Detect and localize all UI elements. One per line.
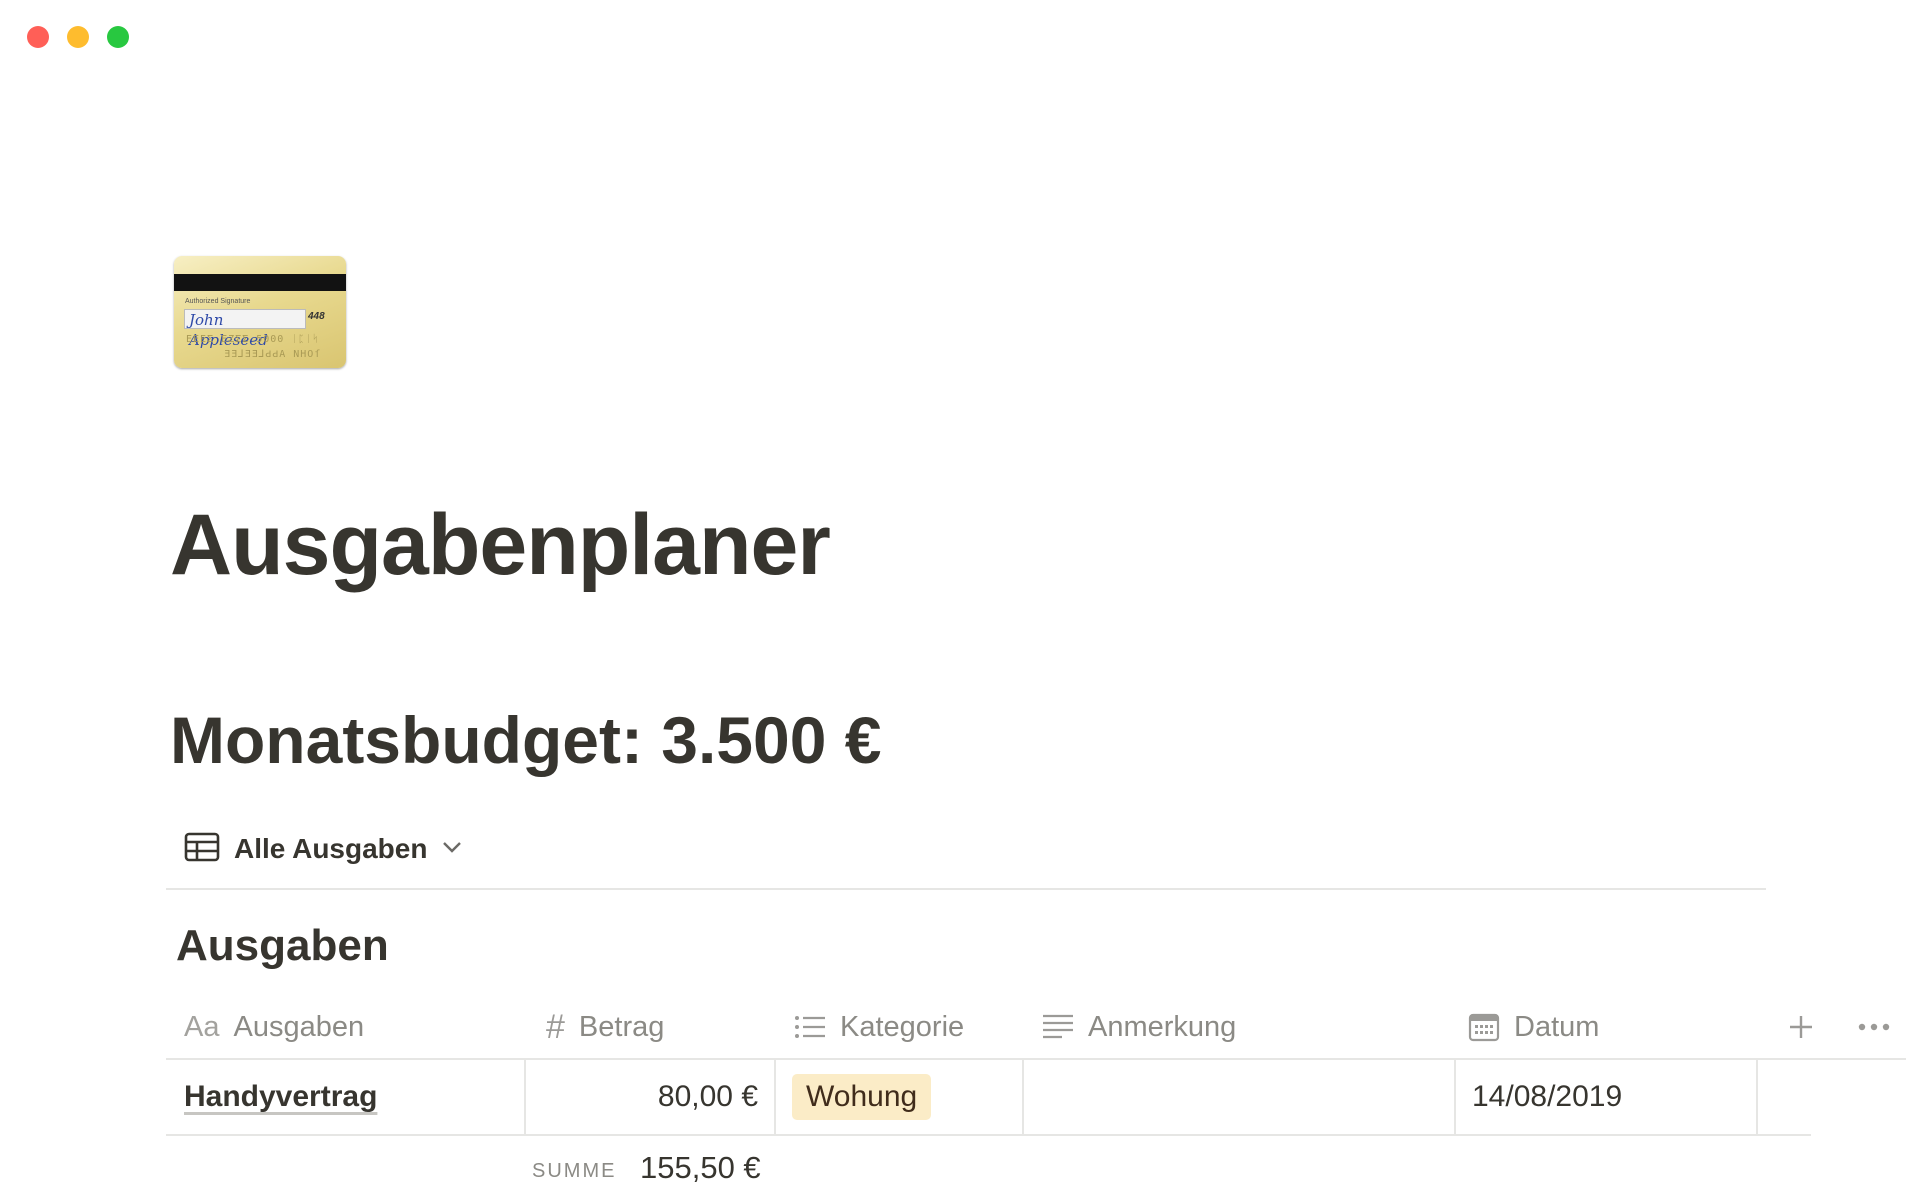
expense-name[interactable]: Handyvertrag: [184, 1080, 377, 1114]
view-divider: [166, 888, 1766, 890]
column-header-ausgaben[interactable]: Aa Ausgaben: [184, 996, 364, 1058]
expenses-table: Aa Ausgaben # Betrag Kategorie Anmerkung…: [166, 996, 1906, 1200]
column-header-label: Datum: [1514, 1010, 1600, 1043]
database-title[interactable]: Ausgaben: [176, 918, 389, 974]
calendar-icon: [1468, 1012, 1500, 1042]
column-divider: [1454, 1060, 1456, 1134]
view-label: Alle Ausgaben: [234, 833, 428, 864]
list-icon: [794, 1014, 826, 1040]
zoom-window-button[interactable]: [107, 26, 129, 48]
more-options-button[interactable]: [1858, 996, 1890, 1058]
table-row[interactable]: Handyvertrag 80,00 € Wohung 14/08/2019: [166, 1060, 1811, 1136]
add-column-button[interactable]: [1788, 996, 1814, 1058]
table-footer: SUMME 155,50 €: [166, 1136, 1906, 1200]
signature-label: Authorized Signature: [185, 298, 251, 305]
column-header-label: Anmerkung: [1088, 1010, 1237, 1043]
column-divider: [1756, 1060, 1758, 1134]
magnetic-stripe: [174, 274, 346, 291]
close-window-button[interactable]: [27, 26, 49, 48]
text-lines-icon: [1042, 1013, 1074, 1041]
app-window: Authorized Signature John Appleseed 448 …: [0, 0, 1920, 1200]
signature: John Appleseed: [184, 309, 306, 349]
column-header-anmerkung[interactable]: Anmerkung: [1042, 996, 1236, 1058]
category-tag: Wohung: [792, 1074, 932, 1120]
plus-icon: [1790, 1016, 1812, 1038]
view-selector[interactable]: Alle Ausgaben: [184, 828, 463, 870]
column-divider: [774, 1060, 776, 1134]
column-header-betrag[interactable]: # Betrag: [546, 996, 664, 1058]
table-header: Aa Ausgaben # Betrag Kategorie Anmerkung…: [166, 996, 1906, 1060]
column-header-kategorie[interactable]: Kategorie: [794, 996, 964, 1058]
column-header-label: Betrag: [578, 1010, 665, 1043]
column-header-label: Kategorie: [840, 1010, 965, 1043]
column-header-datum[interactable]: Datum: [1468, 996, 1599, 1058]
card-embossed-number: EEEΣ EZΣΣ 5000 ᛁᛈᛁᛋ: [186, 334, 320, 345]
date-cell[interactable]: 14/08/2019: [1472, 1060, 1622, 1134]
ellipsis-icon: [1858, 1023, 1890, 1031]
card-embossed-name: ƎƎ⅃ƎƎ⅃ԀԀA NHOſ: [224, 349, 322, 360]
amount-value: 80,00 €: [657, 1080, 758, 1113]
category-cell[interactable]: Wohung: [792, 1060, 932, 1134]
text-aa-icon: Aa: [184, 1010, 220, 1043]
number-hash-icon: #: [546, 1007, 565, 1046]
window-controls: [27, 26, 129, 48]
sum-label: SUMME: [532, 1160, 617, 1182]
credit-card-icon[interactable]: Authorized Signature John Appleseed 448 …: [174, 256, 346, 368]
page-title[interactable]: Ausgabenplaner: [170, 490, 831, 600]
note-cell[interactable]: [1024, 1060, 1454, 1134]
column-header-label: Ausgaben: [233, 1010, 365, 1043]
chevron-down-icon: [441, 840, 463, 859]
sum-value[interactable]: 155,50 €: [640, 1150, 761, 1186]
card-cvv: 448: [308, 311, 325, 322]
expense-name-cell[interactable]: Handyvertrag: [184, 1060, 377, 1134]
table-icon: [184, 832, 220, 867]
amount-cell[interactable]: 80,00 €: [526, 1060, 758, 1134]
budget-heading[interactable]: Monatsbudget: 3.500 €: [170, 700, 881, 780]
date-value: 14/08/2019: [1472, 1080, 1623, 1113]
minimize-window-button[interactable]: [67, 26, 89, 48]
